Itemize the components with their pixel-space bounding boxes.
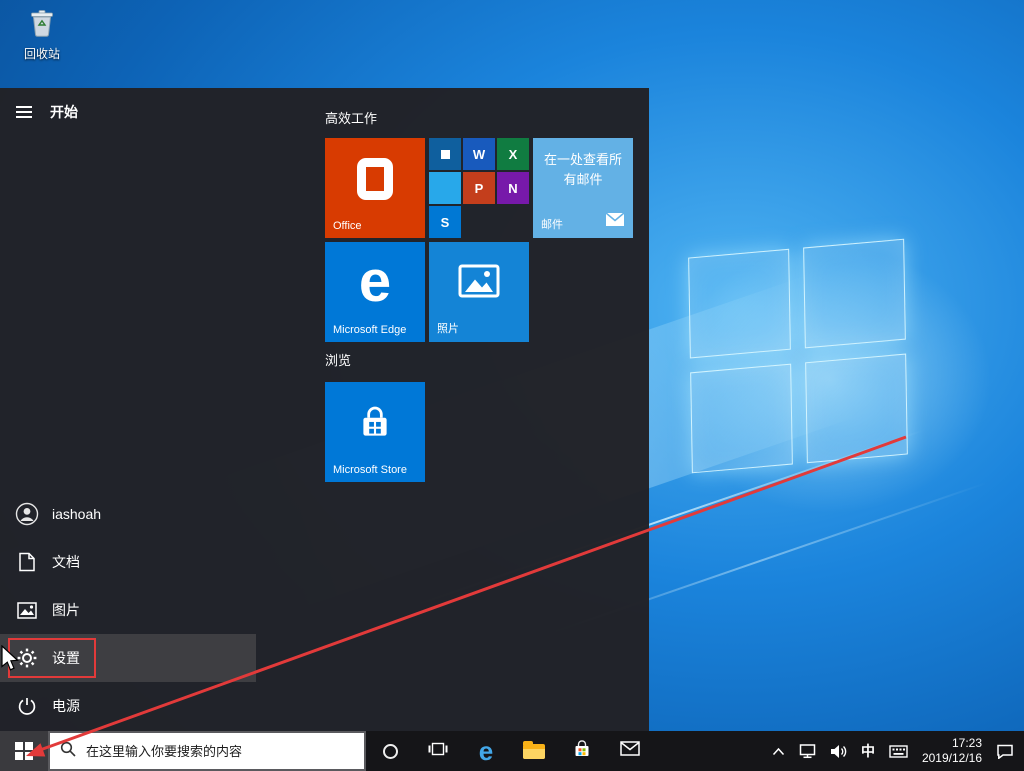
rail-item-pictures[interactable]: 图片 (0, 586, 256, 634)
task-view-button[interactable] (414, 731, 462, 771)
photos-icon (429, 264, 529, 298)
touch-keyboard-icon[interactable] (889, 745, 908, 758)
mail-icon (620, 741, 640, 761)
mini-tile-skype[interactable]: S (429, 206, 461, 238)
tile-microsoft-store[interactable]: Microsoft Store (325, 382, 425, 482)
gear-icon (14, 645, 40, 671)
system-tray: 中 17:23 2019/12/16 (772, 736, 1024, 766)
cortana-icon (383, 744, 398, 759)
mail-icon (605, 212, 625, 232)
rail-item-label: 电源 (52, 696, 80, 716)
section-title-productivity: 高效工作 (325, 108, 377, 127)
windows-logo-pane (690, 364, 793, 474)
office-icon (357, 158, 393, 200)
windows-logo-pane (688, 249, 791, 359)
edge-icon: e (479, 738, 493, 764)
rail-item-label: 设置 (52, 648, 80, 668)
file-explorer-button[interactable] (510, 731, 558, 771)
start-menu-rail: iashoah 文档 图片 设置 (0, 490, 256, 730)
user-avatar-icon (14, 501, 40, 527)
volume-icon[interactable] (830, 744, 847, 759)
task-view-icon (428, 741, 448, 762)
clock-date: 2019/12/16 (922, 751, 982, 766)
rail-item-label: iashoah (52, 506, 101, 522)
windows-logo-pane (803, 239, 906, 349)
mini-tile-onenote[interactable]: N (497, 172, 529, 204)
app-icon (441, 150, 450, 159)
clock-time: 17:23 (922, 736, 982, 751)
search-input[interactable] (84, 743, 354, 760)
edge-taskbar-button[interactable]: e (462, 731, 510, 771)
mini-tile-app[interactable] (429, 138, 461, 170)
network-icon[interactable] (799, 743, 816, 759)
tile-label: Office (333, 220, 362, 232)
action-center-button[interactable] (996, 744, 1014, 759)
mini-tile-word[interactable]: W (463, 138, 495, 170)
store-icon (572, 739, 592, 764)
mini-tile-excel[interactable]: X (497, 138, 529, 170)
start-menu-header: 开始 (0, 88, 78, 136)
tile-label: 照片 (437, 320, 459, 336)
store-taskbar-button[interactable] (558, 731, 606, 771)
cortana-button[interactable] (366, 731, 414, 771)
windows-logo-icon (15, 742, 33, 760)
tile-label: Microsoft Edge (333, 324, 406, 336)
rail-item-label: 图片 (52, 600, 80, 620)
search-icon (60, 741, 76, 762)
windows-logo-wallpaper (688, 239, 908, 474)
power-icon (14, 693, 40, 719)
tile-label: 邮件 (541, 216, 563, 232)
section-title-browse: 浏览 (325, 350, 351, 369)
taskbar: e 中 (0, 731, 1024, 771)
rail-item-settings[interactable]: 设置 (0, 634, 256, 682)
rail-item-documents[interactable]: 文档 (0, 538, 256, 586)
tray-overflow-button[interactable] (772, 747, 785, 756)
taskbar-search-box[interactable] (48, 731, 366, 771)
hamburger-menu-button[interactable] (0, 88, 48, 136)
rail-item-label: 文档 (52, 552, 80, 572)
edge-icon: e (325, 248, 425, 315)
tile-office[interactable]: Office (325, 138, 425, 238)
tile-microsoft-edge[interactable]: e Microsoft Edge (325, 242, 425, 342)
mail-taskbar-button[interactable] (606, 731, 654, 771)
recycle-bin[interactable]: 回收站 (14, 8, 70, 62)
folder-icon (523, 744, 545, 759)
store-icon (325, 404, 425, 442)
tile-label: Microsoft Store (333, 464, 407, 476)
tile-photos[interactable]: 照片 (429, 242, 529, 342)
start-button[interactable] (0, 731, 48, 771)
mini-tile-app-2[interactable] (429, 172, 461, 204)
rail-item-user[interactable]: iashoah (0, 490, 256, 538)
mini-tile-powerpoint[interactable]: P (463, 172, 495, 204)
start-menu-title: 开始 (50, 102, 78, 122)
start-menu: 开始 iashoah 文档 图片 (0, 88, 649, 731)
tile-mail[interactable]: 在一处查看所有邮件 邮件 (533, 138, 633, 238)
rail-item-power[interactable]: 电源 (0, 682, 256, 730)
desktop: 回收站 开始 iashoah 文档 (0, 0, 1024, 771)
tile-group-office-apps: W X P N S (429, 138, 529, 238)
document-icon (14, 549, 40, 575)
mail-tile-headline: 在一处查看所有邮件 (533, 138, 633, 189)
picture-icon (14, 597, 40, 623)
windows-logo-pane (805, 354, 908, 464)
recycle-bin-icon (26, 25, 58, 42)
ime-indicator[interactable]: 中 (861, 741, 875, 761)
taskbar-clock[interactable]: 17:23 2019/12/16 (922, 736, 982, 766)
recycle-bin-label: 回收站 (14, 45, 70, 62)
